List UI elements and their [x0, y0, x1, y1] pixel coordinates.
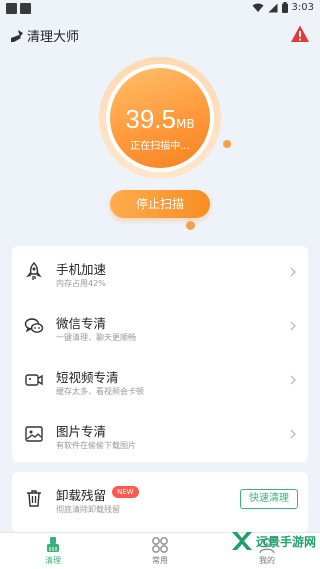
stop-scan-button[interactable]: 停止扫描: [110, 190, 210, 218]
feature-title: 图片专清: [56, 424, 107, 439]
feature-item-wechat-clean[interactable]: 微信专清 一键清理，聊天更顺畅: [12, 300, 308, 354]
notification-icon: [20, 3, 31, 14]
feature-subtitle: 一键清理，聊天更顺畅: [56, 333, 136, 342]
chevron-right-icon: [290, 267, 296, 277]
orbit-dot: [223, 140, 231, 148]
watermark: 远景手游网: [230, 530, 316, 552]
scan-size-unit: MB: [176, 117, 195, 131]
uninstall-title: 卸载残留: [56, 488, 107, 503]
image-icon: [25, 426, 43, 442]
orbit-dot: [186, 221, 195, 230]
chevron-right-icon: [290, 429, 296, 439]
chevron-right-icon: [290, 375, 296, 385]
video-icon: [25, 374, 43, 386]
app-header: 清理大师: [0, 18, 320, 52]
notification-icon: [6, 3, 17, 14]
feature-title: 微信专清: [56, 316, 107, 331]
feature-item-short-video-clean[interactable]: 短视频专清 缓存太多，看视频会卡顿: [12, 354, 308, 408]
trash-icon: [27, 490, 41, 507]
watermark-text: 远景手游网: [255, 534, 316, 549]
feature-item-image-clean[interactable]: 图片专清 有软件在偷偷下载图片: [12, 408, 308, 462]
app-title: 清理大师: [27, 30, 80, 45]
brand: 清理大师: [10, 26, 79, 45]
feature-title: 手机加速: [56, 262, 107, 277]
uninstall-residue-card[interactable]: 卸载残留 NEW 彻底清除卸载残留 快速清理: [12, 472, 308, 532]
feature-subtitle: 内存占用42%: [56, 279, 106, 288]
new-badge: NEW: [112, 486, 139, 498]
feature-subtitle: 有软件在偷偷下载图片: [56, 441, 136, 450]
battery-icon: [281, 2, 288, 13]
scan-size: 39.5MB: [110, 104, 210, 135]
quick-clean-button[interactable]: 快速清理: [240, 489, 298, 509]
scan-status: 正在扫描中...: [130, 141, 190, 152]
status-icons: 3:03: [252, 2, 314, 13]
chevron-right-icon: [290, 321, 296, 331]
rocket-icon: [26, 262, 42, 280]
status-bar: 3:03: [0, 0, 320, 18]
feature-title: 短视频专清: [56, 370, 119, 385]
feature-item-phone-boost[interactable]: 手机加速 内存占用42%: [12, 246, 308, 300]
uninstall-residue-row[interactable]: 卸载残留 NEW 彻底清除卸载残留 快速清理: [12, 472, 308, 526]
wechat-icon: [24, 318, 44, 333]
wifi-icon: [252, 3, 264, 12]
scan-size-value: 39.5: [125, 104, 176, 134]
tab-label: 常用: [152, 556, 168, 565]
watermark-logo-icon: [231, 532, 252, 550]
feature-list: 手机加速 内存占用42% 微信专清 一键清理，聊天更顺畅 短视频专清 缓存太多，…: [12, 246, 308, 462]
grid-icon: [152, 537, 168, 553]
tab-common[interactable]: 常用: [120, 536, 200, 566]
signal-icon: [268, 3, 278, 12]
warning-icon[interactable]: [290, 24, 310, 44]
status-time: 3:03: [291, 2, 314, 13]
notification-icons: [6, 3, 31, 14]
scan-hero: 39.5MB 正在扫描中... 停止扫描: [0, 52, 320, 234]
tab-label: 清理: [45, 556, 61, 565]
tab-clean[interactable]: 清理: [13, 536, 93, 566]
broom-icon: [47, 537, 59, 552]
tab-label: 我的: [259, 556, 275, 565]
broom-icon: [11, 29, 23, 42]
feature-subtitle: 缓存太多，看视频会卡顿: [56, 387, 144, 396]
uninstall-subtitle: 彻底清除卸载残留: [56, 505, 120, 514]
